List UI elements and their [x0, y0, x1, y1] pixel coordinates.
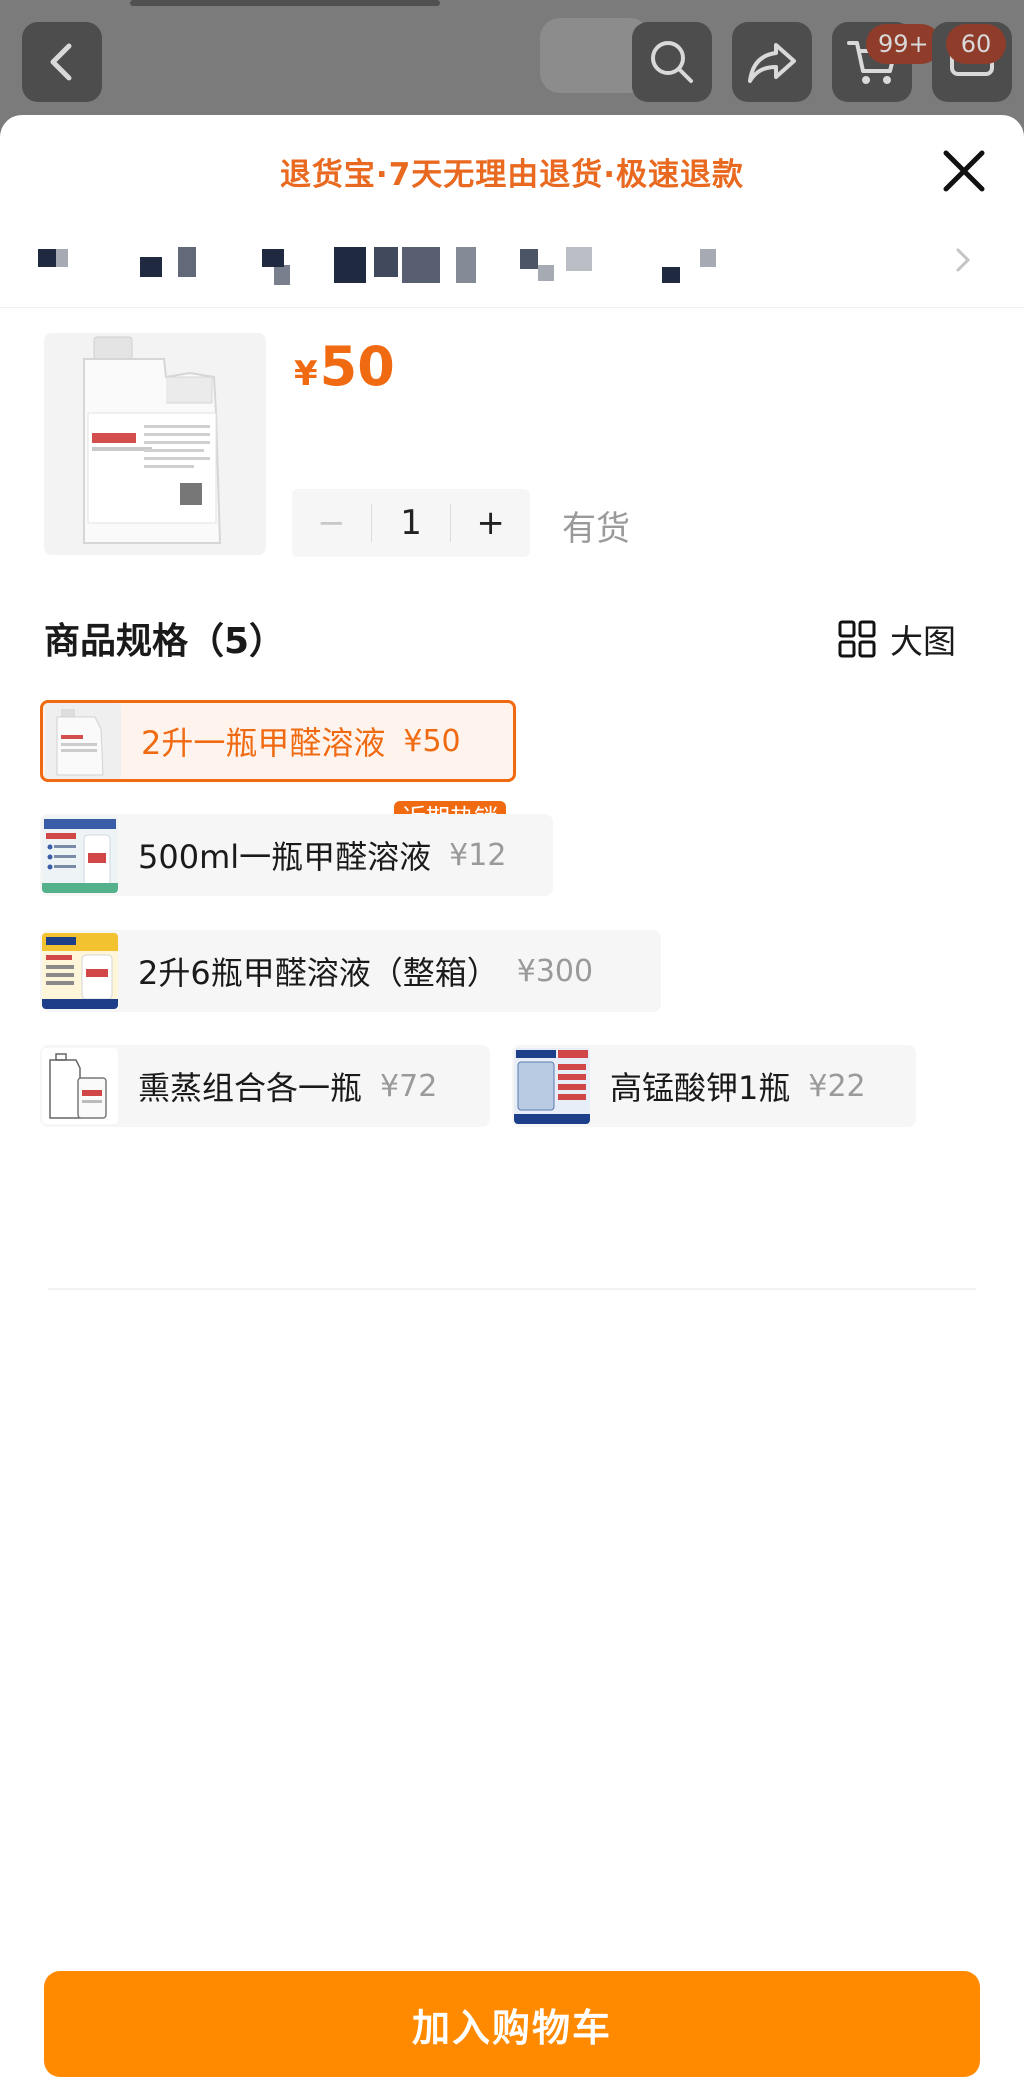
share-icon — [748, 43, 796, 83]
spec-name: 500ml一瓶甲醛溶液 — [138, 838, 432, 876]
grid-icon — [838, 620, 876, 658]
spec-name: 2升一瓶甲醛溶液 — [141, 724, 386, 762]
back-button[interactable] — [22, 22, 102, 102]
close-button[interactable] — [938, 145, 990, 197]
spec-section-title: 商品规格（5） — [44, 621, 286, 662]
spec-price: ¥72 — [380, 1068, 438, 1104]
jug-image — [44, 333, 266, 555]
spec-thumbnail — [45, 703, 121, 779]
chevron-left-icon — [50, 43, 72, 81]
spec-name: 高锰酸钾1瓶 — [610, 1069, 791, 1107]
stock-status: 有货 — [562, 509, 630, 549]
spec-option[interactable]: 500ml一瓶甲醛溶液 ¥12 — [40, 814, 553, 896]
big-image-label: 大图 — [890, 622, 956, 661]
app-screen: 99+ 60 退货宝·7天无理由退货·极速退款 ¥ 50 − 1 + 有货 商品… — [0, 0, 1024, 2099]
status-strip — [130, 0, 440, 6]
price-value: 50 — [319, 335, 395, 398]
spec-thumbnail — [42, 933, 118, 1009]
currency-symbol: ¥ — [294, 354, 318, 394]
add-to-cart-button[interactable]: 加入购物车 — [44, 1971, 980, 2077]
dimmed-top-bar: 99+ 60 — [0, 0, 1024, 120]
spec-price: ¥22 — [808, 1068, 866, 1104]
spec-thumbnail — [514, 1048, 590, 1124]
obscured-address-text — [38, 239, 738, 285]
increase-button[interactable]: + — [451, 489, 530, 557]
spec-price: ¥12 — [449, 837, 507, 873]
cart-count-badge: 99+ — [866, 24, 941, 64]
return-policy-banner: 退货宝·7天无理由退货·极速退款 — [279, 157, 745, 193]
spec-option[interactable]: 2升一瓶甲醛溶液 ¥50 — [40, 700, 516, 782]
spec-option[interactable]: 高锰酸钾1瓶 ¥22 — [512, 1045, 916, 1127]
spec-thumbnail — [42, 1048, 118, 1124]
spec-name: 熏蒸组合各一瓶 — [138, 1069, 363, 1107]
spec-option[interactable]: 熏蒸组合各一瓶 ¥72 — [40, 1045, 490, 1127]
spec-option[interactable]: 2升6瓶甲醛溶液（整箱） ¥300 — [40, 930, 661, 1012]
quantity-value[interactable]: 1 — [372, 489, 451, 557]
search-button[interactable] — [632, 22, 712, 102]
spec-name: 2升6瓶甲醛溶液（整箱） — [138, 954, 499, 992]
spec-thumbnail — [42, 817, 118, 893]
big-image-toggle[interactable]: 大图 — [838, 615, 956, 663]
current-price: ¥ 50 — [294, 335, 395, 398]
sku-sheet: 退货宝·7天无理由退货·极速退款 ¥ 50 − 1 + 有货 商品规格（5） 大… — [0, 115, 1024, 2099]
share-button[interactable] — [732, 22, 812, 102]
close-icon — [943, 150, 985, 192]
chevron-right-icon — [956, 248, 971, 272]
spec-price: ¥50 — [403, 723, 461, 759]
search-icon — [651, 41, 693, 83]
decrease-button[interactable]: − — [292, 489, 371, 557]
quantity-stepper: − 1 + — [292, 489, 530, 557]
spec-price: ¥300 — [516, 953, 594, 989]
product-main-image[interactable] — [44, 333, 266, 555]
section-divider — [48, 1288, 976, 1290]
message-count-badge: 60 — [946, 24, 1006, 64]
